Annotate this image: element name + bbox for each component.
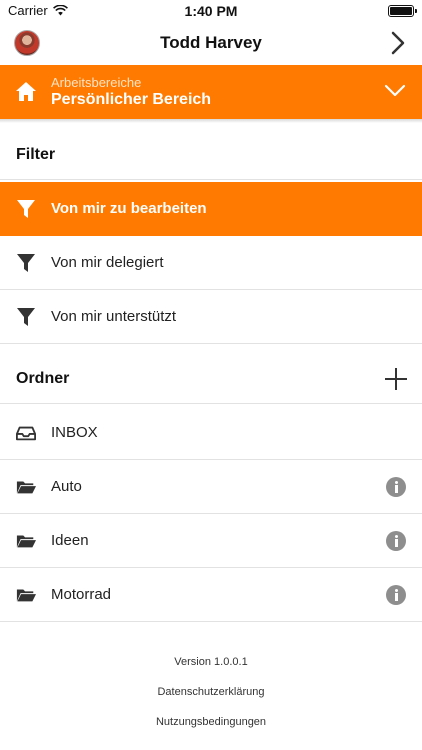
workspace-title: Persönlicher Bereich (51, 91, 212, 108)
filter-icon (17, 308, 35, 326)
header-shadow (0, 119, 422, 123)
folder-item-auto[interactable]: Auto (0, 460, 422, 514)
inbox-icon (16, 426, 36, 441)
folder-item-motorrad[interactable]: Motorrad (0, 568, 422, 622)
folder-item-ideen[interactable]: Ideen (0, 514, 422, 568)
version-label: Version 1.0.0.1 (174, 656, 248, 668)
privacy-link[interactable]: Datenschutzerklärung (0, 686, 422, 698)
folder-item-label: Auto (51, 478, 82, 495)
filter-item-von-mir-delegiert[interactable]: Von mir delegiert (0, 236, 422, 290)
folder-section-header: Ordner (0, 354, 422, 404)
info-icon[interactable] (386, 585, 406, 605)
filter-item-von-mir-zu-bearbeiten[interactable]: Von mir zu bearbeiten (0, 182, 422, 236)
info-icon[interactable] (386, 531, 406, 551)
folder-icon (16, 535, 36, 548)
filter-section-header: Filter (0, 130, 422, 180)
chevron-right-icon[interactable] (390, 31, 406, 55)
folder-item-label: INBOX (51, 424, 98, 441)
folder-title: Ordner (16, 370, 70, 387)
battery-icon (388, 5, 417, 17)
terms-link[interactable]: Nutzungsbedingungen (0, 716, 422, 728)
folder-item-inbox[interactable]: INBOX (0, 406, 422, 460)
filter-item-label: Von mir delegiert (51, 254, 164, 271)
filter-item-label: Von mir zu bearbeiten (51, 200, 207, 217)
workspace-subtitle: Arbeitsbereiche (51, 75, 142, 90)
filter-item-label: Von mir unterstützt (51, 308, 177, 325)
folder-icon (16, 589, 36, 602)
chevron-down-icon[interactable] (384, 83, 406, 99)
folder-item-label: Ideen (51, 532, 89, 549)
home-icon (16, 82, 36, 101)
folder-item-label: Motorrad (51, 586, 112, 603)
add-folder-button[interactable] (385, 368, 407, 390)
workspace-selector[interactable]: Arbeitsbereiche Persönlicher Bereich (0, 65, 422, 119)
status-bar: Carrier 1:40 PM (0, 0, 422, 22)
filter-icon (17, 200, 35, 218)
info-icon[interactable] (386, 477, 406, 497)
profile-bar[interactable]: Todd Harvey (0, 22, 422, 65)
filter-title: Filter (16, 146, 56, 163)
filter-item-von-mir-unterstuetzt[interactable]: Von mir unterstützt (0, 290, 422, 344)
profile-name: Todd Harvey (160, 33, 262, 52)
status-time: 1:40 PM (184, 3, 238, 19)
filter-icon (17, 254, 35, 272)
folder-icon (16, 481, 36, 494)
